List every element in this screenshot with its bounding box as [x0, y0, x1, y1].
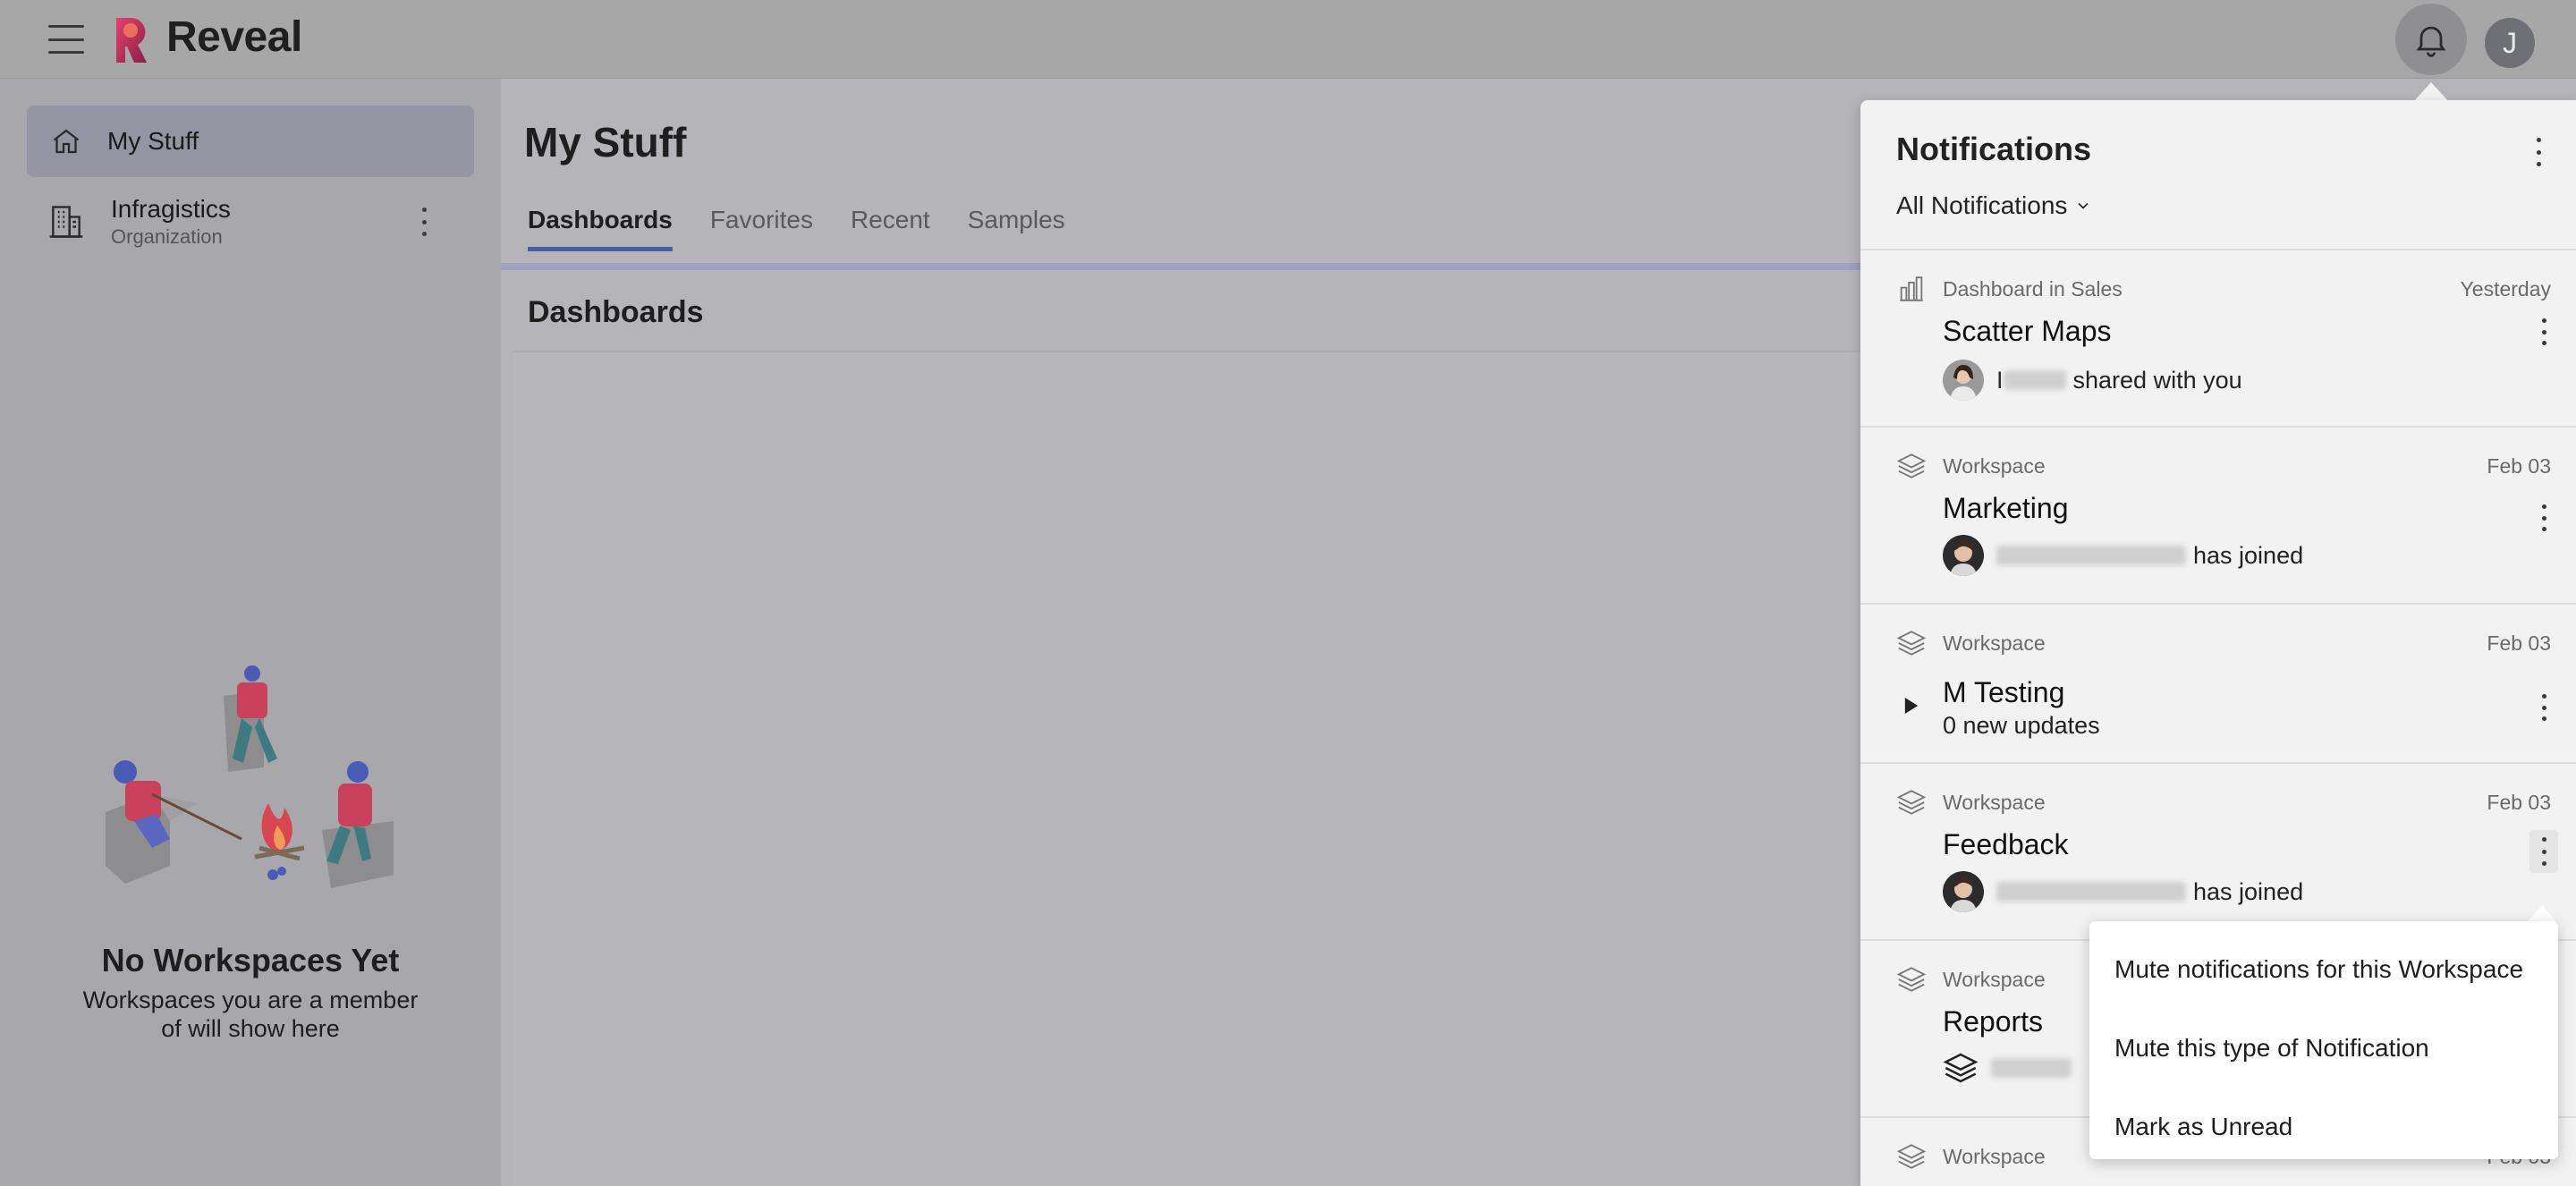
blurred-user-name: [1996, 546, 2186, 565]
sidebar-item-label: Infragistics: [111, 195, 231, 223]
empty-state-line: Workspaces you are a member: [82, 987, 419, 1013]
sidebar-item-sublabel: Organization: [111, 225, 223, 248]
sidebar-item-my-stuff[interactable]: My Stuff: [27, 106, 474, 177]
section-title: Dashboards: [528, 295, 704, 329]
notification-title: Marketing: [1943, 492, 2069, 524]
more-options-icon[interactable]: [2529, 830, 2558, 873]
tab-favorites[interactable]: Favorites: [710, 206, 813, 251]
menu-item-mute-type[interactable]: Mute this type of Notification: [2089, 1009, 2558, 1088]
notification-text: I shared with you: [1943, 360, 2242, 401]
menu-item-mark-unread[interactable]: Mark as Unread: [2089, 1088, 2558, 1166]
blurred-user-name: [1996, 882, 2186, 902]
notification-title: Scatter Maps: [1943, 315, 2112, 347]
notification-filter-dropdown[interactable]: All Notifications: [1896, 191, 2092, 220]
page-title: My Stuff: [524, 119, 687, 165]
layers-icon: [1943, 1053, 1979, 1083]
layers-icon: [1896, 1144, 1927, 1169]
avatar: [1943, 360, 1984, 401]
notifications-button[interactable]: [2395, 4, 2467, 75]
notification-text-label: shared with you: [2072, 366, 2242, 394]
layers-icon: [1896, 790, 1927, 815]
menu-item-mute-workspace[interactable]: Mute notifications for this Workspace: [2089, 930, 2558, 1009]
notification-date: Feb 03: [2487, 454, 2551, 478]
notification-item[interactable]: Workspace Feb 03 Marketing has joined: [1860, 428, 2576, 605]
tab-dashboards[interactable]: Dashboards: [528, 206, 673, 251]
notification-category: Workspace: [1943, 631, 2046, 655]
top-bar: Reveal J: [0, 0, 2576, 79]
context-menu: Mute notifications for this Workspace Mu…: [2089, 921, 2558, 1159]
tab-recent[interactable]: Recent: [851, 206, 930, 251]
expand-arrow-icon[interactable]: [1903, 696, 1919, 716]
notification-item[interactable]: Workspace Feb 03 Feedback has joined: [1860, 764, 2576, 941]
campfire-illustration: [106, 665, 394, 888]
notification-date: Feb 03: [2487, 631, 2551, 655]
home-icon: [53, 129, 80, 154]
context-menu-pointer: [2528, 905, 2556, 921]
user-avatar[interactable]: J: [2485, 18, 2535, 68]
notification-category: Workspace: [1943, 791, 2046, 814]
sidebar: My Stuff Infragistics Organization No Wo…: [0, 79, 501, 1186]
more-options-icon[interactable]: [419, 208, 429, 236]
reveal-logo-icon: [116, 18, 147, 63]
avatar: [1943, 535, 1984, 576]
layers-icon: [1896, 453, 1927, 479]
user-initial: I: [1996, 366, 2004, 394]
tab-samples[interactable]: Samples: [968, 206, 1065, 251]
notification-date: Feb 03: [2487, 791, 2551, 814]
blurred-user-name: [2003, 370, 2066, 390]
blurred-user-name: [1991, 1058, 2072, 1078]
notification-text: [1943, 1050, 2079, 1086]
bar-chart-icon: [1900, 276, 1923, 301]
empty-state-line: of will show here: [161, 1015, 340, 1042]
notification-text: 0 new updates: [1943, 712, 2100, 739]
notification-date: Yesterday: [2460, 277, 2551, 301]
chevron-down-icon: [2078, 202, 2089, 209]
notification-title: Reports: [1943, 1005, 2044, 1038]
more-options-icon[interactable]: [2533, 138, 2544, 166]
notifications-title: Notifications: [1896, 131, 2092, 167]
more-options-icon[interactable]: [2538, 318, 2549, 345]
notification-category: Workspace: [1943, 968, 2046, 991]
panel-pointer: [2413, 82, 2449, 102]
tab-bar: Dashboards Favorites Recent Samples: [528, 206, 1103, 251]
empty-state-title: No Workspaces Yet: [101, 942, 400, 978]
notification-category: Workspace: [1943, 1145, 2046, 1168]
more-options-icon[interactable]: [2538, 504, 2549, 531]
more-options-icon[interactable]: [2538, 694, 2549, 721]
notification-item[interactable]: Workspace Feb 03 M Testing 0 new updates: [1860, 605, 2576, 764]
notification-category: Dashboard in Sales: [1943, 277, 2123, 301]
notification-category: Workspace: [1943, 454, 2046, 478]
empty-state-text: Workspaces you are a member of will show…: [63, 986, 438, 1043]
notification-text-label: has joined: [2193, 541, 2304, 569]
sidebar-item-label: My Stuff: [107, 127, 199, 155]
notification-title: Feedback: [1943, 828, 2069, 860]
notification-text: has joined: [1943, 871, 2303, 912]
layers-icon: [1896, 967, 1927, 992]
layers-icon: [1896, 631, 1927, 656]
notifications-header: Notifications All Notifications: [1860, 100, 2576, 250]
notification-text-label: has joined: [2193, 877, 2304, 905]
brand-name: Reveal: [166, 13, 302, 61]
filter-label: All Notifications: [1896, 191, 2068, 219]
notification-title: M Testing: [1943, 676, 2065, 708]
notification-text: has joined: [1943, 535, 2303, 576]
building-icon: [49, 206, 83, 238]
avatar: [1943, 871, 1984, 912]
notification-item[interactable]: Dashboard in Sales Yesterday Scatter Map…: [1860, 250, 2576, 428]
sidebar-item-infragistics[interactable]: Infragistics Organization: [27, 184, 474, 259]
hamburger-menu-icon[interactable]: [48, 25, 84, 54]
bell-icon: [2416, 26, 2446, 57]
